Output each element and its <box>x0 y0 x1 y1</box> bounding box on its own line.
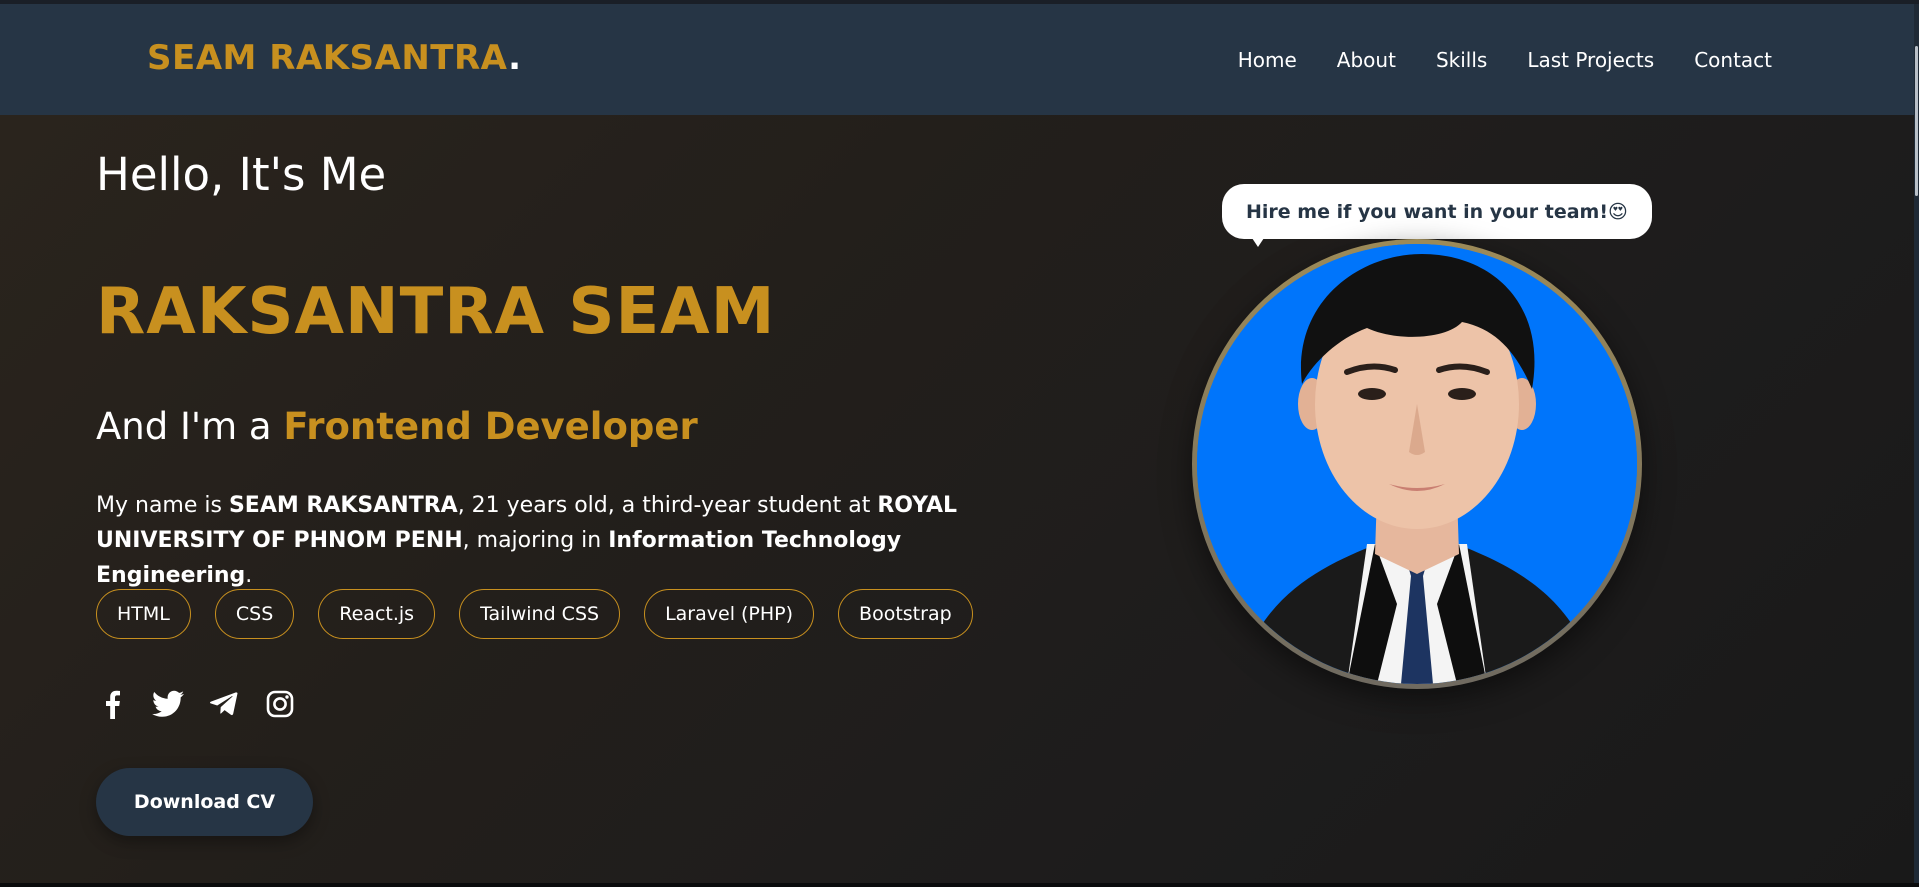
download-cv-button[interactable]: Download CV <box>96 768 313 836</box>
main-nav: Home About Skills Last Projects Contact <box>1238 48 1772 72</box>
bio-text-2: , 21 years old, a third-year student at <box>457 493 878 518</box>
skill-tag-css: CSS <box>214 589 295 639</box>
telegram-icon[interactable] <box>208 688 240 720</box>
skill-tag-bootstrap: Bootstrap <box>838 589 973 639</box>
profile-photo <box>1197 244 1637 684</box>
skill-tags: HTML CSS React.js Tailwind CSS Laravel (… <box>96 589 973 639</box>
site-header: SEAM RAKSANTRA. Home About Skills Last P… <box>0 4 1919 115</box>
bio-bold-name: SEAM RAKSANTRA <box>228 493 458 518</box>
hire-me-bubble: Hire me if you want in your team! 😍 <box>1222 184 1652 247</box>
role-highlight: Frontend Developer <box>283 405 698 448</box>
portrait-illustration <box>1197 244 1637 684</box>
brand-text: SEAM RAKSANTRA <box>147 38 509 78</box>
skill-tag-laravel: Laravel (PHP) <box>644 589 815 639</box>
skill-tag-tailwind: Tailwind CSS <box>459 589 621 639</box>
bubble-text: Hire me if you want in your team! <box>1246 200 1609 223</box>
twitter-icon[interactable] <box>152 688 184 720</box>
bio-text-3: , majoring in <box>462 528 609 553</box>
window-bottom-edge <box>0 883 1919 887</box>
bio-text-1: My name is <box>96 493 229 518</box>
instagram-icon[interactable] <box>264 688 296 720</box>
bio-text-4: . <box>245 563 253 588</box>
facebook-icon[interactable] <box>96 688 128 720</box>
skill-tag-reactjs: React.js <box>318 589 436 639</box>
profile-photo-frame <box>1192 239 1642 689</box>
nav-last-projects[interactable]: Last Projects <box>1527 48 1654 72</box>
brand-logo[interactable]: SEAM RAKSANTRA. <box>147 38 522 78</box>
social-links <box>96 688 296 720</box>
page-scrollbar[interactable] <box>1914 4 1919 887</box>
nav-skills[interactable]: Skills <box>1436 48 1487 72</box>
nav-home[interactable]: Home <box>1238 48 1297 72</box>
scrollbar-thumb[interactable] <box>1915 46 1918 196</box>
brand-dot: . <box>508 38 522 78</box>
nav-about[interactable]: About <box>1337 48 1396 72</box>
hero-greeting: Hello, It's Me <box>96 148 387 201</box>
hero-bio: My name is SEAM RAKSANTRA, 21 years old,… <box>96 488 976 593</box>
heart-eyes-emoji: 😍 <box>1608 200 1628 223</box>
hero-section: Hello, It's Me RAKSANTRA SEAM And I'm a … <box>0 115 1919 883</box>
hero-name: RAKSANTRA SEAM <box>96 275 776 349</box>
role-prefix: And I'm a <box>96 405 272 448</box>
skill-tag-html: HTML <box>96 589 191 639</box>
bubble-tail <box>1252 238 1264 247</box>
nav-contact[interactable]: Contact <box>1694 48 1772 72</box>
hero-role: And I'm a Frontend Developer <box>96 405 698 448</box>
